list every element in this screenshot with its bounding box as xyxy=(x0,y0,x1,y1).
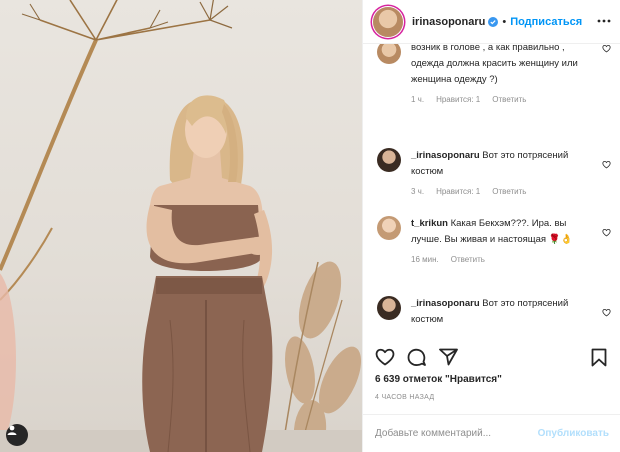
comment-time: 3 ч. xyxy=(411,187,425,196)
comment-likes[interactable]: Нравится: 1 xyxy=(436,92,480,108)
comment-body: _irinasoponaru Вот это потрясений костюм… xyxy=(411,148,587,200)
comments-list[interactable]: возник в голове , а как правильно , одеж… xyxy=(363,44,620,342)
header-separator: • xyxy=(502,15,507,28)
verified-badge-icon xyxy=(488,16,499,27)
comment-text: возник в голове , а как правильно , одеж… xyxy=(411,44,578,85)
comment-meta: 1 ч. Нравится: 1 Ответить xyxy=(411,92,587,108)
post-photo[interactable] xyxy=(0,0,362,452)
author-username[interactable]: irinasoponaru xyxy=(412,16,485,28)
comment-username[interactable]: _irinasoponaru xyxy=(411,298,480,309)
comment-heart-icon[interactable] xyxy=(602,156,611,174)
user-tag-icon xyxy=(7,425,17,435)
publish-button[interactable]: Опубликовать xyxy=(538,428,609,439)
share-icon[interactable] xyxy=(439,348,458,371)
comment-reply-button[interactable]: Ответить xyxy=(492,92,526,108)
commenter-avatar[interactable] xyxy=(377,296,401,320)
comment-username[interactable]: t_krikun xyxy=(411,218,448,229)
commenter-avatar[interactable] xyxy=(377,216,401,240)
comment-input[interactable] xyxy=(375,428,538,439)
comment-item: t_krikun Какая Бекхэм???. Ира. вы лучше.… xyxy=(375,216,613,286)
post-side-panel: irinasoponaru • Подписаться возник в гол… xyxy=(362,0,620,452)
comment-body: t_krikun Какая Бекхэм???. Ира. вы лучше.… xyxy=(411,216,587,268)
comment-reply-button[interactable]: Ответить xyxy=(451,252,485,268)
add-comment-bar: Опубликовать xyxy=(363,414,620,452)
comment-icon[interactable] xyxy=(407,348,426,372)
comment-heart-icon[interactable] xyxy=(602,304,611,322)
bookmark-icon[interactable] xyxy=(591,348,607,372)
comment-time: 16 мин. xyxy=(411,255,439,264)
post-actions xyxy=(363,342,620,372)
comment-item: _irinasoponaru Вот это потрясений костюм… xyxy=(375,148,613,204)
likes-count[interactable]: 6 639 отметок "Нравится" xyxy=(375,374,502,385)
comment-body: _irinasoponaru Вот это потрясений костюм xyxy=(411,296,587,328)
comment-meta: 3 ч. Нравится: 1 Ответить xyxy=(411,184,587,200)
comment-heart-icon[interactable] xyxy=(602,44,611,58)
author-avatar[interactable] xyxy=(373,6,403,37)
post-timestamp: 4 ЧАСОВ НАЗАД xyxy=(375,394,435,401)
comment-item: возник в голове , а как правильно , одеж… xyxy=(375,44,613,134)
comment-item: _irinasoponaru Вот это потрясений костюм xyxy=(375,296,613,340)
comment-time: 1 ч. xyxy=(411,95,425,104)
heart-icon[interactable] xyxy=(375,348,395,371)
comment-username[interactable]: _irinasoponaru xyxy=(411,150,480,161)
commenter-avatar[interactable] xyxy=(377,44,401,64)
user-tag-button[interactable] xyxy=(6,424,28,446)
comment-heart-icon[interactable] xyxy=(602,224,611,242)
more-horizontal-icon[interactable] xyxy=(597,14,611,33)
comment-meta: 16 мин. Ответить xyxy=(411,252,587,268)
post-header: irinasoponaru • Подписаться xyxy=(363,0,620,44)
comment-likes[interactable]: Нравится: 1 xyxy=(436,184,480,200)
commenter-avatar[interactable] xyxy=(377,148,401,172)
photo-illustration xyxy=(0,0,362,452)
follow-button[interactable]: Подписаться xyxy=(510,16,582,28)
comment-body: возник в голове , а как правильно , одеж… xyxy=(411,44,587,108)
comment-reply-button[interactable]: Ответить xyxy=(492,184,526,200)
